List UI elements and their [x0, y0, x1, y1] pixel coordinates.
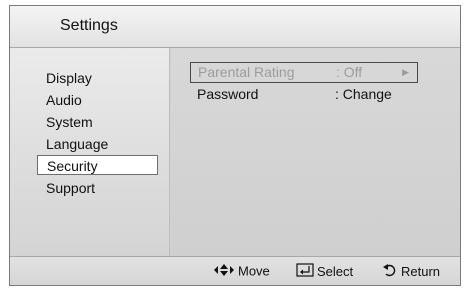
menu-item-support[interactable]: Support [36, 178, 158, 198]
title-bar: Settings [10, 6, 460, 48]
parental-rating-label: Parental Rating [198, 64, 295, 80]
enter-icon [296, 263, 314, 281]
direction-arrows-icon [213, 263, 235, 280]
parental-rating-value: : Off [336, 64, 363, 80]
screen: Settings Display Audio System Language S… [0, 0, 467, 290]
password-option[interactable]: Password : Change [190, 85, 418, 106]
password-value: : Change [335, 86, 392, 102]
category-menu: Display Audio System Language Security S… [10, 48, 170, 258]
select-label: Select [317, 264, 354, 279]
options-panel: Parental Rating : Off ▶ Password : Chang… [171, 48, 460, 258]
return-label: Return [401, 264, 441, 279]
help-bar: Move Select Return [10, 256, 460, 285]
parental-rating-option[interactable]: Parental Rating : Off ▶ [190, 62, 418, 83]
menu-item-language[interactable]: Language [36, 134, 158, 154]
menu-item-display[interactable]: Display [36, 68, 158, 88]
move-hint: Move [213, 263, 270, 280]
menu-item-audio[interactable]: Audio [36, 90, 158, 110]
return-hint: Return [382, 263, 440, 281]
page-title: Settings [60, 17, 118, 34]
move-label: Move [238, 263, 270, 279]
settings-content: Display Audio System Language Security S… [10, 48, 460, 258]
menu-item-system[interactable]: System [36, 112, 158, 132]
menu-item-security[interactable]: Security [37, 155, 158, 175]
return-icon [382, 263, 398, 281]
right-triangle-icon: ▶ [402, 67, 409, 77]
select-hint: Select [296, 263, 353, 281]
settings-window: Settings Display Audio System Language S… [9, 5, 461, 286]
password-label: Password [197, 86, 259, 102]
